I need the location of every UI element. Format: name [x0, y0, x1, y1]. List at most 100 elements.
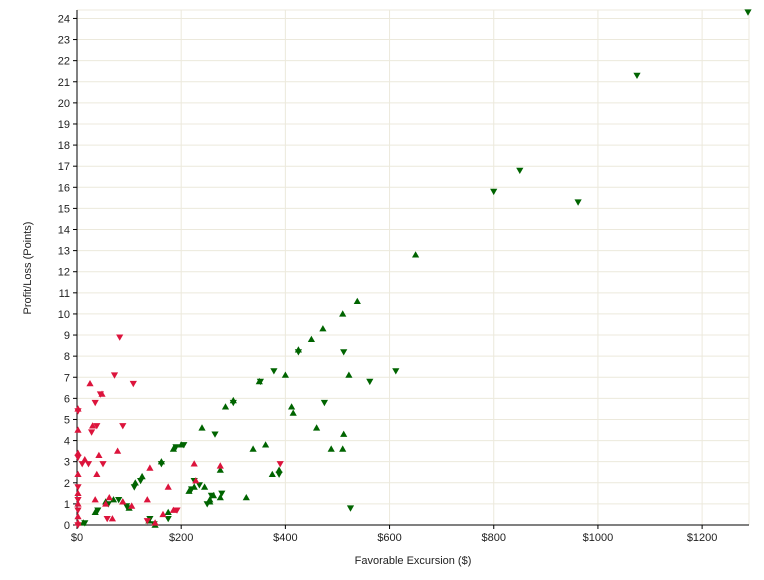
x-tick-label: $1200	[687, 532, 718, 544]
data-point-red-up	[190, 460, 198, 467]
data-point-green-down	[275, 471, 283, 478]
data-point-red-down	[74, 454, 82, 462]
data-point-green-down	[346, 505, 355, 512]
y-tick-label: 2	[64, 478, 70, 490]
data-point-green-up	[339, 445, 347, 452]
data-point-red-down	[99, 461, 107, 468]
data-point-green-up	[289, 409, 297, 416]
data-point-red-down	[74, 497, 82, 504]
data-point-green-up	[307, 335, 315, 342]
data-point-red-up	[86, 380, 94, 387]
data-point-red-up	[93, 470, 101, 477]
data-point-green-down	[270, 368, 278, 375]
data-point-red-up	[74, 489, 82, 496]
data-point-green-up	[353, 297, 361, 304]
chart-svg: 0123456789101112131415161718192021222324…	[22, 9, 752, 567]
data-point-red-down	[88, 429, 96, 436]
data-point-green-up	[288, 403, 296, 410]
y-tick-label: 5	[64, 414, 70, 426]
data-point-red-down	[74, 507, 82, 514]
grid	[77, 9, 750, 525]
data-point-green-down	[340, 349, 348, 356]
y-tick-label: 15	[58, 203, 70, 215]
y-tick-label: 23	[58, 35, 70, 47]
data-point-green-up	[313, 424, 321, 431]
y-tick-label: 17	[58, 161, 70, 173]
y-tick-label: 11	[59, 288, 70, 300]
y-tick-label: 12	[58, 267, 70, 279]
y-tick-label: 6	[64, 393, 70, 405]
data-point-green-down	[516, 167, 524, 174]
data-point-green-up	[327, 445, 335, 452]
data-point-green-up	[345, 371, 353, 378]
data-point-green-down	[574, 199, 582, 206]
data-point-green-up	[249, 445, 257, 452]
data-point-green-up	[262, 441, 270, 448]
data-point-red-down	[84, 461, 93, 468]
x-tick-label: $1000	[583, 532, 614, 544]
y-tick-label: 8	[64, 351, 70, 363]
data-point-red-up	[105, 494, 113, 501]
y-tick-label: 0	[64, 520, 70, 532]
data-point-green-down	[490, 188, 498, 196]
y-tick-label: 1	[64, 499, 70, 511]
y-tick-label: 22	[58, 56, 70, 68]
x-tick-label: $400	[273, 532, 297, 544]
data-point-red-down	[119, 423, 127, 430]
data-point-red-up	[216, 462, 224, 469]
x-tick-label: $600	[377, 532, 401, 544]
data-point-green-down	[211, 431, 219, 438]
y-tick-label: 24	[58, 13, 70, 25]
data-point-red-down	[91, 399, 99, 407]
data-point-green-down	[633, 72, 641, 79]
data-point-green-up	[319, 325, 327, 332]
data-point-red-up	[164, 483, 172, 490]
y-tick-label: 19	[58, 119, 70, 131]
y-tick-label: 9	[64, 330, 70, 342]
data-point-red-down	[110, 372, 119, 379]
data-point-green-down	[392, 368, 400, 375]
data-point-green-down	[744, 9, 752, 16]
data-point-green-down	[366, 378, 374, 386]
x-axis-title: Favorable Excursion ($)	[355, 555, 472, 567]
data-point-red-up	[74, 513, 82, 520]
scatter-chart: 0 1 2 3 4 5 6 7 8 9 10 11 12 13 14 15 16 17 18 19 20 21 22 23 24…	[0, 0, 764, 575]
y-tick-label: 13	[58, 246, 70, 258]
y-tick-label: 20	[58, 98, 70, 110]
y-tick-label: 21	[58, 77, 70, 89]
y-tick-label: 10	[58, 309, 70, 321]
data-point-green-up	[281, 371, 289, 378]
data-point-red-up	[143, 496, 151, 503]
data-point-red-up	[114, 447, 122, 454]
y-tick-label: 3	[64, 457, 70, 469]
data-point-red-down	[276, 461, 284, 468]
y-axis-title: Profit/Loss (Points)	[22, 222, 34, 315]
data-point-red-up	[74, 426, 82, 433]
data-point-red-up	[91, 496, 99, 503]
data-point-red-down	[74, 484, 82, 491]
x-tick-label: $800	[482, 532, 506, 544]
data-point-red-up	[146, 464, 154, 471]
y-tick-label: 14	[58, 225, 70, 237]
data-point-green-up	[221, 403, 230, 410]
data-point-green-up	[412, 251, 420, 258]
data-point-green-down	[320, 399, 328, 407]
x-tick-label: $200	[169, 532, 193, 544]
data-point-red-up	[74, 470, 82, 477]
data-point-green-down	[137, 478, 145, 485]
data-point-green-up	[268, 470, 276, 477]
data-point-red-down	[129, 380, 137, 388]
data-point-green-up	[242, 494, 250, 501]
y-tick-label: 7	[64, 372, 70, 384]
data-point-red-down	[78, 461, 86, 468]
data-point-green-down	[130, 484, 138, 491]
y-tick-label: 18	[58, 140, 70, 152]
x-tick-label: $0	[71, 532, 83, 544]
y-tick-label: 16	[58, 182, 70, 194]
y-tick-label: 4	[64, 436, 70, 448]
data-point-green-up	[201, 483, 209, 490]
data-point-green-up	[340, 430, 348, 437]
data-points	[74, 9, 752, 529]
data-point-red-up	[95, 451, 103, 458]
data-point-red-down	[116, 334, 124, 341]
